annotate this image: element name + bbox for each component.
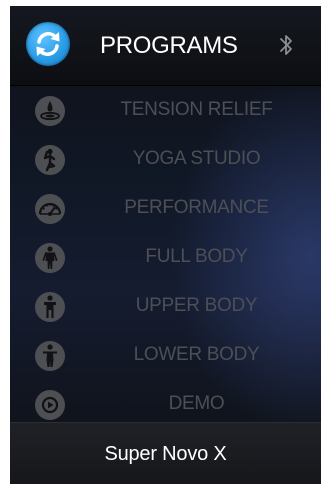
program-label: LOWER BODY <box>133 344 260 365</box>
device-name: Super Novo X <box>104 443 227 465</box>
program-label: YOGA STUDIO <box>132 148 261 169</box>
device-bar[interactable]: Super Novo X <box>10 422 321 484</box>
refresh-icon <box>36 32 60 56</box>
program-item-full-body[interactable]: FULL BODY <box>10 233 321 282</box>
program-item-yoga-studio[interactable]: YOGA STUDIO <box>10 135 321 184</box>
sync-button[interactable] <box>26 22 70 66</box>
program-label: FULL BODY <box>145 246 248 267</box>
upper-body-icon <box>35 292 65 322</box>
program-item-upper-body[interactable]: UPPER BODY <box>10 282 321 331</box>
yoga-pose-icon <box>35 145 65 175</box>
program-label: DEMO <box>168 393 225 414</box>
page-title: PROGRAMS <box>100 32 238 59</box>
play-icon <box>35 390 65 420</box>
app-window: PROGRAMS TENSION RELIEF YOGA STUDIO PERF… <box>10 6 321 484</box>
program-item-tension-relief[interactable]: TENSION RELIEF <box>10 86 321 135</box>
program-label: UPPER BODY <box>135 295 258 316</box>
program-list: TENSION RELIEF YOGA STUDIO PERFORMANCE F… <box>10 86 321 429</box>
lower-body-icon <box>35 341 65 371</box>
full-body-icon <box>35 243 65 273</box>
program-label: PERFORMANCE <box>124 197 269 218</box>
header-bar: PROGRAMS <box>10 6 321 86</box>
bluetooth-icon[interactable] <box>278 32 294 58</box>
water-drop-icon <box>35 96 65 126</box>
speedometer-icon <box>35 194 65 224</box>
program-label: TENSION RELIEF <box>120 99 273 120</box>
program-item-performance[interactable]: PERFORMANCE <box>10 184 321 233</box>
program-item-lower-body[interactable]: LOWER BODY <box>10 331 321 380</box>
